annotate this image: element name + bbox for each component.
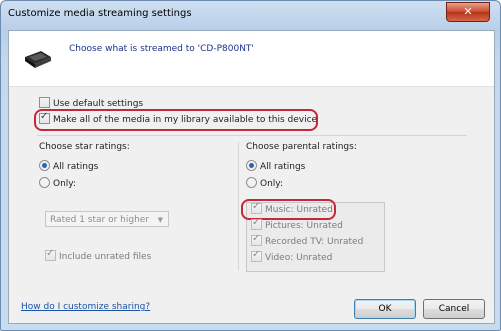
star-only-option[interactable]: Only: — [39, 177, 76, 189]
dialog-client-area: Choose what is streamed to 'CD-P800NT' U… — [8, 30, 495, 324]
cancel-button[interactable]: Cancel — [423, 299, 485, 319]
title-bar[interactable]: Customize media streaming settings ✕ — [1, 1, 500, 29]
ok-button[interactable]: OK — [354, 299, 416, 319]
parental-ratings-heading: Choose parental ratings: — [246, 142, 357, 152]
video-checkbox[interactable] — [251, 249, 262, 262]
star-all-ratings-radio[interactable] — [39, 160, 50, 171]
parental-only-option[interactable]: Only: — [246, 177, 283, 189]
video-label: Video: Unrated — [265, 253, 333, 263]
make-all-checkbox[interactable] — [39, 111, 50, 124]
media-device-icon — [25, 51, 51, 68]
window-title: Customize media streaming settings — [8, 8, 192, 19]
include-unrated-label: Include unrated files — [59, 252, 152, 262]
parental-item-music[interactable]: Music: Unrated — [251, 201, 333, 215]
dialog-header: Choose what is streamed to 'CD-P800NT' — [9, 31, 494, 87]
header-text: Choose what is streamed to 'CD-P800NT' — [69, 44, 254, 54]
make-all-label: Make all of the media in my library avai… — [53, 115, 318, 125]
pictures-label: Pictures: Unrated — [265, 221, 343, 231]
parental-item-recorded-tv[interactable]: Recorded TV: Unrated — [251, 233, 364, 247]
pictures-checkbox[interactable] — [251, 217, 262, 230]
star-all-ratings-option[interactable]: All ratings — [39, 160, 98, 172]
parental-all-ratings-option[interactable]: All ratings — [246, 160, 305, 172]
parental-item-pictures[interactable]: Pictures: Unrated — [251, 217, 343, 231]
column-divider — [238, 142, 239, 270]
help-link[interactable]: How do I customize sharing? — [21, 302, 150, 312]
star-all-ratings-label: All ratings — [53, 162, 99, 172]
parental-all-ratings-radio[interactable] — [246, 160, 257, 171]
star-rating-select[interactable]: Rated 1 star or higher ▼ — [45, 211, 169, 227]
parental-only-label: Only: — [260, 179, 283, 189]
include-unrated-checkbox[interactable] — [45, 248, 56, 261]
recorded-tv-checkbox[interactable] — [251, 233, 262, 246]
star-rating-select-value: Rated 1 star or higher — [50, 215, 150, 225]
use-default-label: Use default settings — [53, 99, 144, 109]
make-all-option[interactable]: Make all of the media in my library avai… — [39, 111, 318, 125]
star-ratings-heading: Choose star ratings: — [39, 142, 130, 152]
star-only-label: Only: — [53, 179, 76, 189]
use-default-checkbox[interactable] — [39, 97, 50, 108]
dialog-window: Customize media streaming settings ✕ Cho… — [0, 0, 501, 331]
close-icon: ✕ — [463, 5, 473, 18]
parental-item-video[interactable]: Video: Unrated — [251, 249, 333, 263]
use-default-option[interactable]: Use default settings — [39, 97, 143, 109]
music-checkbox[interactable] — [251, 201, 262, 214]
dialog-footer: How do I customize sharing? OK Cancel — [9, 291, 494, 323]
parental-only-radio[interactable] — [246, 177, 257, 188]
music-label: Music: Unrated — [265, 205, 333, 215]
recorded-tv-label: Recorded TV: Unrated — [265, 237, 364, 247]
star-only-radio[interactable] — [39, 177, 50, 188]
close-button[interactable]: ✕ — [446, 2, 490, 22]
include-unrated-option[interactable]: Include unrated files — [45, 248, 152, 262]
chevron-down-icon: ▼ — [157, 216, 163, 224]
parental-all-ratings-label: All ratings — [260, 162, 306, 172]
section-divider — [37, 135, 467, 136]
